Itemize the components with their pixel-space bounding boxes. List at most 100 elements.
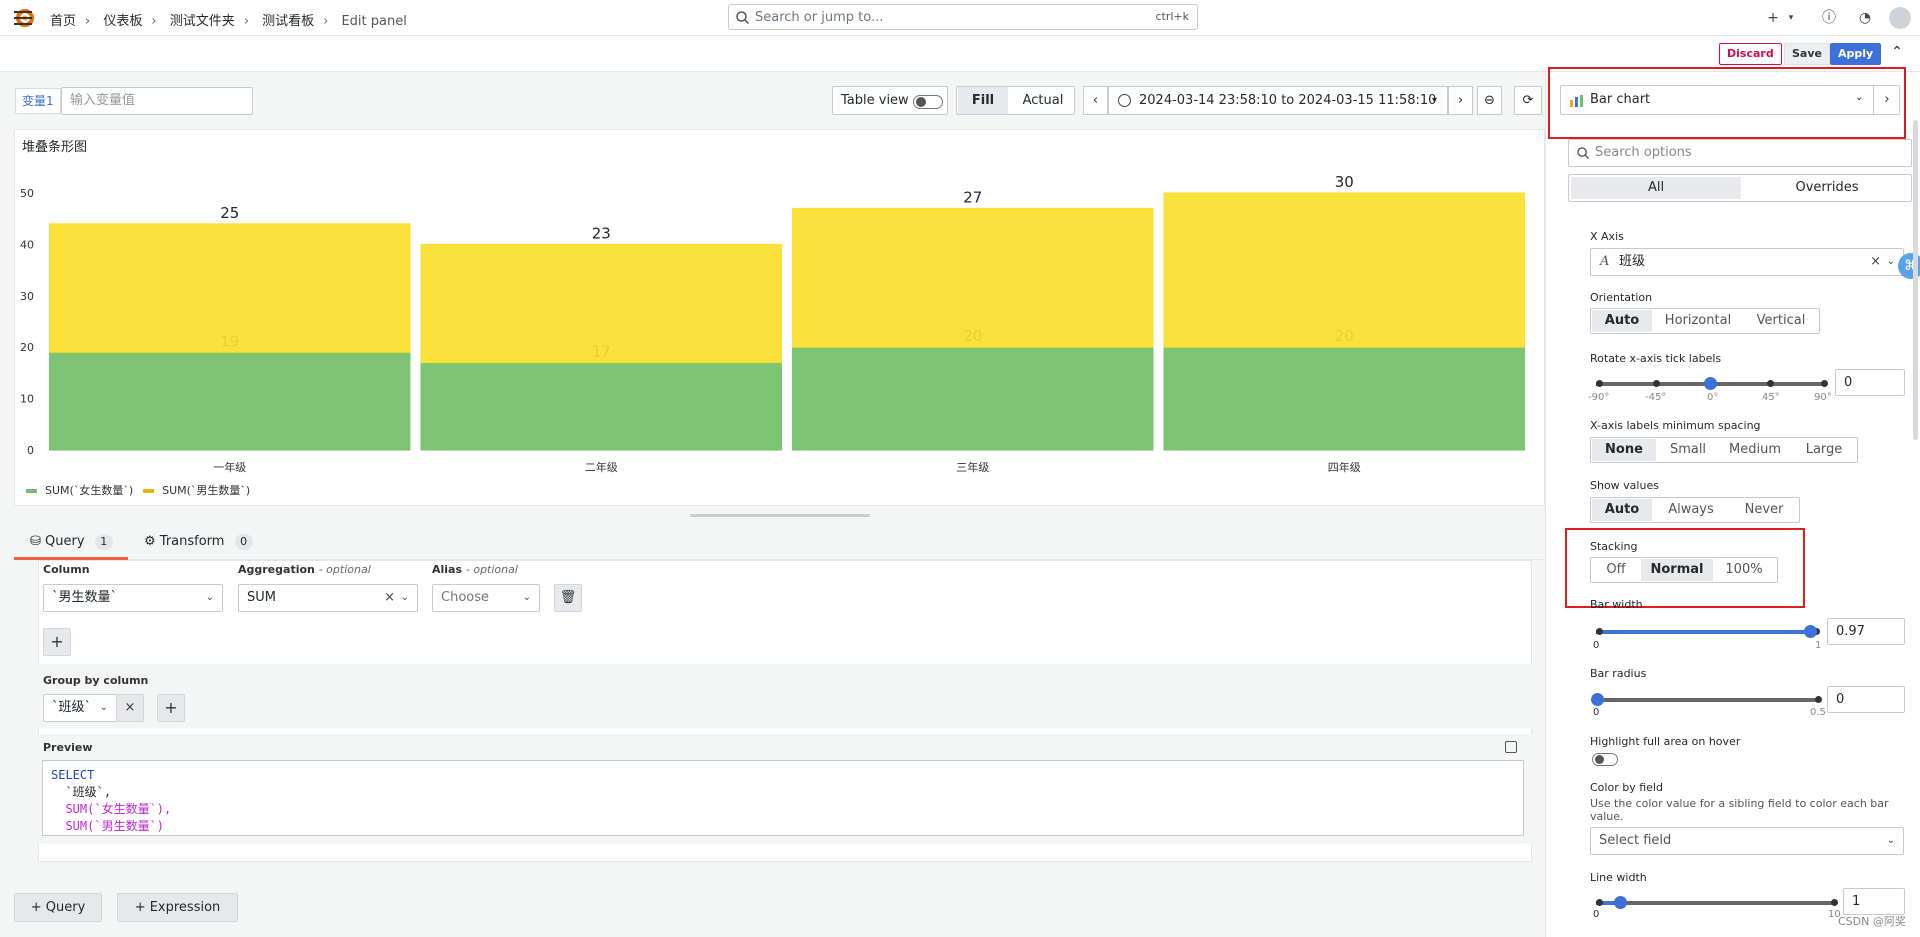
column-select[interactable]: `男生数量` ⌄ xyxy=(43,584,223,612)
add-expression-button[interactable]: + Expression xyxy=(117,893,238,922)
y-tick-label: 0 xyxy=(27,444,34,457)
slider-mark xyxy=(1831,899,1838,906)
panel-resize-handle[interactable] xyxy=(690,514,870,517)
all-option[interactable]: All xyxy=(1571,177,1741,199)
bar-segment xyxy=(792,346,1154,451)
scrollbar[interactable] xyxy=(1913,120,1918,440)
stacking-normal[interactable]: Normal xyxy=(1641,559,1713,581)
slider-thumb[interactable] xyxy=(1704,377,1717,390)
toggle-switch[interactable] xyxy=(913,95,943,109)
plus-icon[interactable]: + xyxy=(1764,9,1782,27)
slider-thumb[interactable] xyxy=(1804,625,1817,638)
zoom-out-button[interactable]: ⊖ xyxy=(1477,86,1502,115)
line-width-input[interactable]: 1 xyxy=(1843,888,1905,915)
color-by-description: Use the color value for a sibling field … xyxy=(1590,797,1889,823)
stacking-100[interactable]: 100% xyxy=(1713,559,1775,581)
color-by-select[interactable]: Select field ⌄ xyxy=(1590,827,1904,855)
transform-icon: ⚙ xyxy=(144,534,156,549)
orientation-label: Orientation xyxy=(1590,291,1653,304)
orientation-auto[interactable]: Auto xyxy=(1592,310,1652,332)
alias-select[interactable]: Choose ⌄ xyxy=(432,584,540,612)
table-view-label: Table view xyxy=(841,93,909,108)
time-shift-forward-button[interactable]: › xyxy=(1448,86,1473,115)
slider-mark xyxy=(1767,380,1774,387)
actual-option[interactable]: Actual xyxy=(1014,87,1072,114)
aggregation-select[interactable]: SUM × ⌄ xyxy=(238,584,418,612)
fill-option[interactable]: Fill xyxy=(958,87,1008,114)
y-tick-label: 20 xyxy=(20,341,34,354)
show-values-auto[interactable]: Auto xyxy=(1592,499,1652,521)
options-search-input[interactable]: Search options xyxy=(1568,139,1912,167)
watermark: CSDN @阿奖 xyxy=(1838,915,1906,928)
tab-transform[interactable]: ⚙ Transform 0 xyxy=(144,534,253,550)
discard-button[interactable]: Discard xyxy=(1719,43,1782,65)
apply-button[interactable]: Apply xyxy=(1830,43,1882,65)
options-filter: All Overrides xyxy=(1568,174,1912,202)
refresh-button[interactable]: ⟳ xyxy=(1514,86,1542,115)
time-range-picker[interactable]: 2024-03-14 23:58:10 to 2024-03-15 11:58:… xyxy=(1108,86,1448,115)
tab-query[interactable]: ⛁ Query 1 xyxy=(30,534,113,550)
legend-item[interactable]: SUM(`男生数量`) xyxy=(143,484,250,497)
highlight-toggle[interactable] xyxy=(1592,753,1618,766)
spacing-small[interactable]: Small xyxy=(1657,439,1719,461)
spacing-none[interactable]: None xyxy=(1592,439,1656,461)
add-group-button[interactable]: + xyxy=(157,694,185,722)
line-width-slider[interactable] xyxy=(1596,896,1838,909)
bar-width-slider[interactable] xyxy=(1596,625,1820,638)
chevron-down-icon[interactable]: ▾ xyxy=(1782,9,1800,27)
max-label: 1 xyxy=(1815,640,1822,651)
bar-width-label: Bar width xyxy=(1590,598,1643,611)
spacing-label: X-axis labels minimum spacing xyxy=(1590,419,1761,432)
delete-icon[interactable]: 🗑 xyxy=(554,584,582,612)
slider-mark xyxy=(1821,380,1828,387)
orientation-vertical[interactable]: Vertical xyxy=(1743,310,1819,332)
spacing-large[interactable]: Large xyxy=(1791,439,1857,461)
slider-mark xyxy=(1815,696,1822,703)
help-icon[interactable]: ⓘ xyxy=(1820,9,1838,27)
avatar[interactable] xyxy=(1889,7,1911,29)
overrides-option[interactable]: Overrides xyxy=(1743,177,1911,199)
slider-thumb[interactable] xyxy=(1614,896,1627,909)
copy-icon[interactable] xyxy=(1505,741,1517,753)
clear-icon[interactable]: × xyxy=(1870,249,1881,275)
chevron-down-icon: ⌄ xyxy=(99,702,108,713)
table-view-toggle[interactable]: Table view xyxy=(832,86,948,115)
add-column-button[interactable]: + xyxy=(43,628,71,656)
show-values-always[interactable]: Always xyxy=(1652,499,1730,521)
search-input[interactable]: Search or jump to... ctrl+k xyxy=(728,4,1198,30)
query-tabs: ⛁ Query 1 ⚙ Transform 0 xyxy=(14,528,1544,560)
search-icon xyxy=(1577,147,1589,159)
group-by-select[interactable]: `班级` ⌄ xyxy=(43,694,117,722)
menu-icon[interactable] xyxy=(14,11,32,25)
show-values-never[interactable]: Never xyxy=(1730,499,1798,521)
legend-item[interactable]: SUM(`女生数量`) xyxy=(26,484,133,497)
breadcrumb-home[interactable]: 首页 xyxy=(50,14,76,29)
breadcrumb-dashboard[interactable]: 测试看板 xyxy=(262,14,314,29)
search-icon xyxy=(736,11,749,24)
tick-label: -45° xyxy=(1645,392,1667,403)
x-tick-label: 一年级 xyxy=(213,460,246,474)
time-shift-back-button[interactable]: ‹ xyxy=(1083,86,1108,115)
stacking-off[interactable]: Off xyxy=(1592,559,1640,581)
spacing-medium[interactable]: Medium xyxy=(1719,439,1791,461)
bar-radius-slider[interactable] xyxy=(1591,693,1822,706)
rotate-input[interactable]: 0 xyxy=(1835,369,1905,396)
save-button[interactable]: Save xyxy=(1784,43,1830,65)
bar-chart[interactable]: 010203040501925一年级1723二年级2027三年级2030四年级 xyxy=(14,160,1544,476)
breadcrumb-folder[interactable]: 测试文件夹 xyxy=(170,14,235,29)
clear-icon[interactable]: × xyxy=(384,585,395,611)
variable-input[interactable]: 输入变量值 xyxy=(61,87,253,115)
orientation-horizontal[interactable]: Horizontal xyxy=(1653,310,1743,332)
remove-group-icon[interactable]: × xyxy=(116,694,144,722)
collapse-icon[interactable]: ⌃ xyxy=(1886,44,1908,66)
rotate-slider[interactable] xyxy=(1596,377,1828,390)
rss-icon[interactable]: ◔ xyxy=(1856,9,1874,27)
sql-line: `班级`, xyxy=(51,785,112,799)
slider-thumb[interactable] xyxy=(1591,693,1604,706)
bar-radius-input[interactable]: 0 xyxy=(1827,686,1905,713)
spacing-switch: None Small Medium Large xyxy=(1590,437,1858,463)
breadcrumb-dashboards[interactable]: 仪表板 xyxy=(103,14,142,29)
add-query-button[interactable]: + Query xyxy=(14,893,102,922)
bar-width-input[interactable]: 0.97 xyxy=(1827,618,1905,645)
x-axis-select[interactable]: A 班级 × ⌄ xyxy=(1590,248,1904,276)
